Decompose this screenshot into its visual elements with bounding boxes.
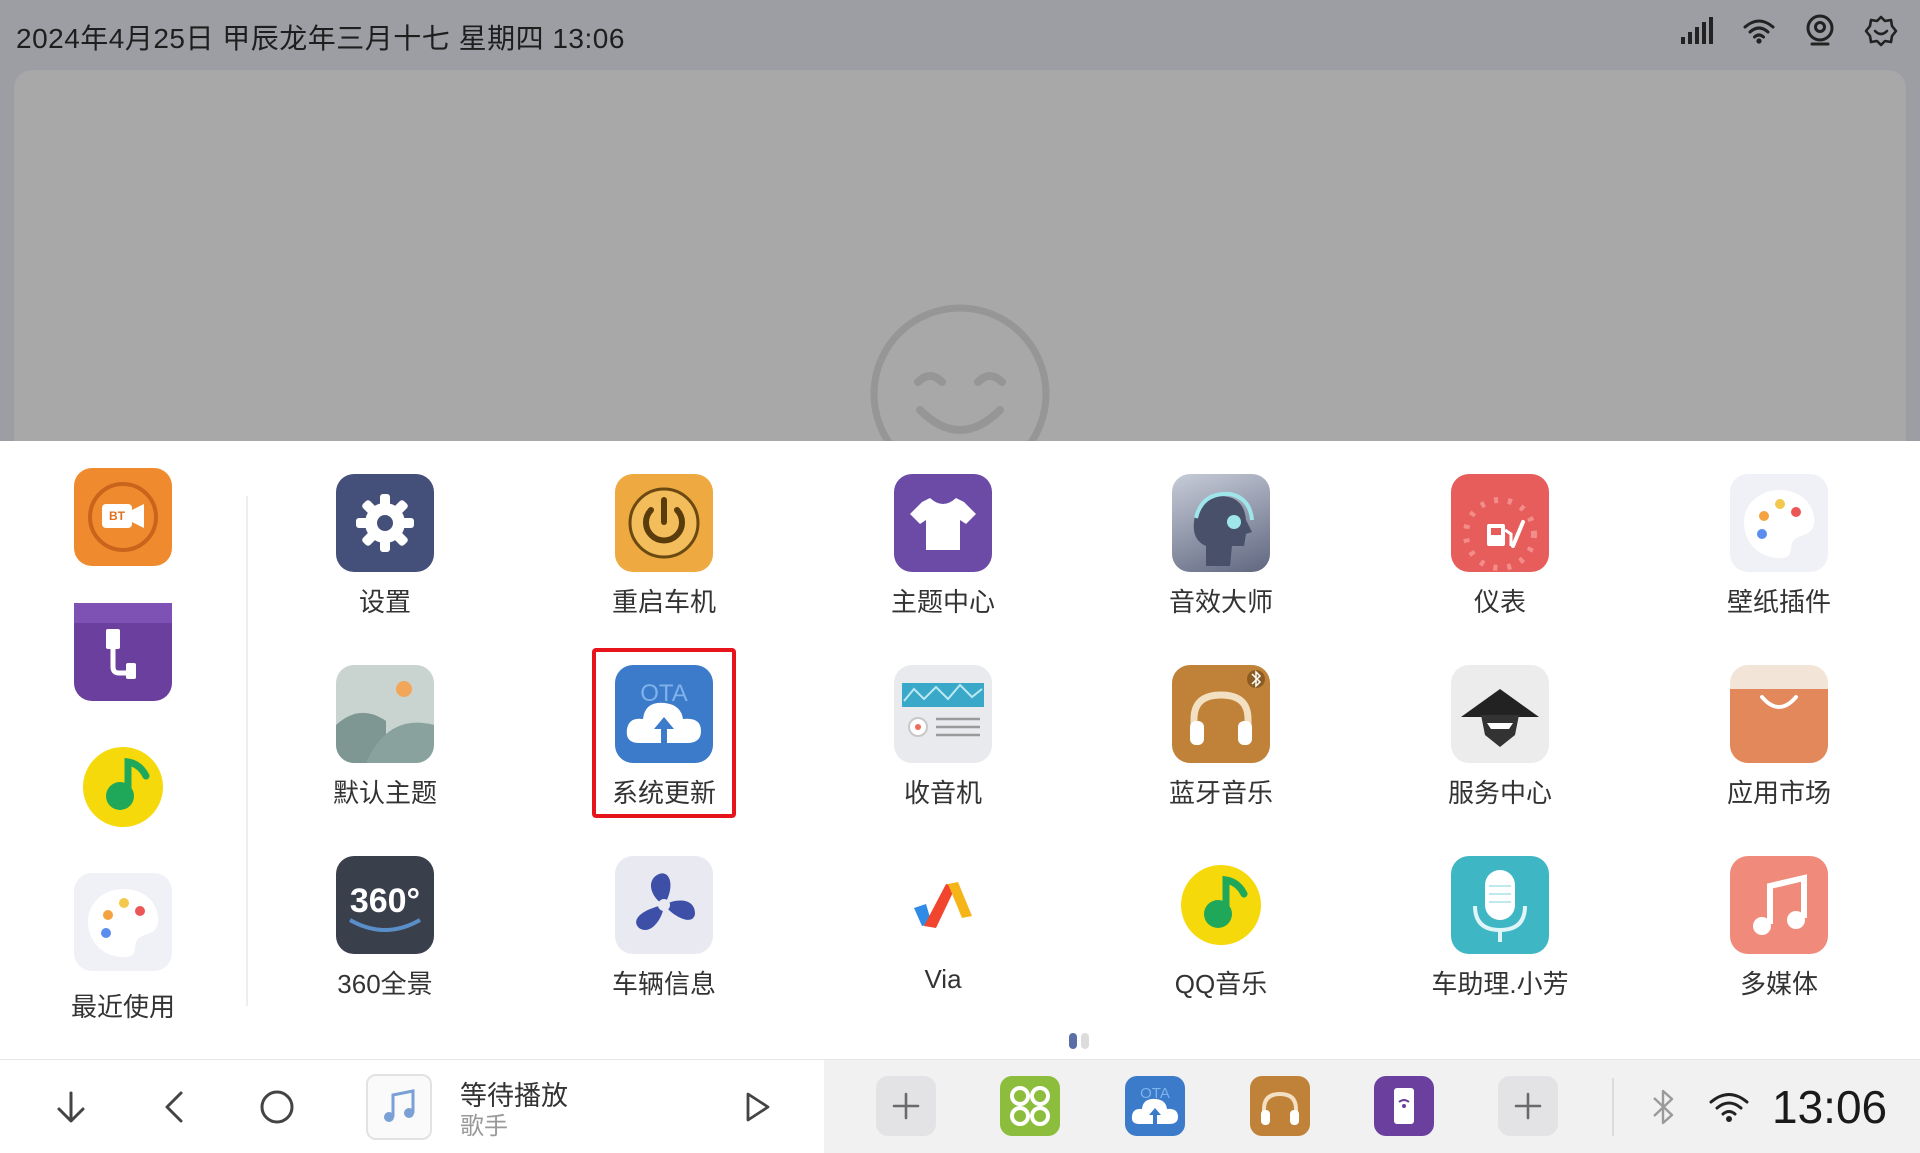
via-browser-icon (894, 856, 992, 954)
palette-icon (1730, 474, 1828, 572)
bluetooth-icon[interactable] (1648, 1088, 1678, 1131)
app-vehicle-info[interactable]: 车辆信息 (564, 856, 764, 1001)
status-datetime: 2024年4月25日 甲辰龙年三月十七 星期四 13:06 (16, 23, 625, 54)
headphone-head-icon (1172, 474, 1270, 572)
page-dot-active[interactable] (1069, 1033, 1077, 1049)
dock-separator (1612, 1078, 1614, 1136)
back-icon[interactable] (150, 1082, 200, 1132)
page-indicator (1069, 1033, 1089, 1049)
dock-phone-icon[interactable] (1374, 1076, 1434, 1136)
bt-headphones-icon (1172, 665, 1270, 763)
power-icon (615, 474, 713, 572)
settings-gear-icon (336, 474, 434, 572)
app-label: 360全景 (337, 969, 433, 999)
landscape-icon (336, 665, 434, 763)
play-icon[interactable] (732, 1082, 782, 1132)
dock-clock: 13:06 (1772, 1081, 1888, 1133)
tshirt-icon (894, 474, 992, 572)
selection-highlight (592, 648, 736, 818)
music-artist: 歌手 (460, 1113, 508, 1140)
fan-icon (615, 856, 713, 954)
app-via[interactable]: Via (843, 856, 1043, 995)
music-note-icon (1730, 856, 1828, 954)
app-label: 车辆信息 (611, 969, 716, 999)
qq-music-icon[interactable] (74, 738, 172, 836)
music-thumb-icon[interactable] (366, 1074, 432, 1140)
dock-ota-icon[interactable]: OTA (1125, 1076, 1185, 1136)
dock-bt-music-icon[interactable] (1250, 1076, 1310, 1136)
shopping-bag-icon (1730, 665, 1828, 763)
app-360-view[interactable]: 360° 360全景 (285, 856, 485, 1001)
badge-360-text: 360° (350, 882, 420, 920)
app-label: 应用市场 (1726, 778, 1831, 808)
app-wallpaper-plugin[interactable]: 壁纸插件 (1679, 474, 1879, 619)
service-hat-icon (1451, 665, 1549, 763)
app-label: 重启车机 (611, 587, 716, 617)
radio-icon (894, 665, 992, 763)
wallpaper-plugin-icon[interactable] (74, 873, 172, 971)
app-label: 音效大师 (1168, 587, 1273, 617)
app-settings[interactable]: 设置 (285, 474, 485, 619)
bottom-dock: 等待播放 歌手 OTA 13:06 (0, 1059, 1920, 1153)
microphone-icon (1451, 856, 1549, 954)
recent-apps-column: BT 最近使用 (0, 441, 246, 1059)
plus-icon (892, 1092, 920, 1120)
status-bar: 2024年4月25日 甲辰龙年三月十七 星期四 13:06 (0, 0, 1920, 68)
collapse-down-icon[interactable] (46, 1082, 96, 1132)
settings-icon[interactable] (1864, 14, 1898, 48)
location-icon[interactable] (1804, 14, 1836, 48)
home-widget[interactable] (14, 70, 1906, 490)
app-label: 车助理.小芳 (1431, 969, 1569, 999)
qq-music-icon (1172, 856, 1270, 954)
app-market[interactable]: 应用市场 (1679, 665, 1879, 810)
app-restart[interactable]: 重启车机 (564, 474, 764, 619)
dock-apps-icon[interactable] (1000, 1076, 1060, 1136)
wifi-icon (1742, 17, 1776, 45)
app-label: 壁纸插件 (1726, 587, 1831, 617)
signal-icon (1680, 17, 1714, 45)
recent-apps-label: 最近使用 (70, 992, 175, 1022)
plus-icon (1514, 1092, 1542, 1120)
home-icon[interactable] (252, 1082, 302, 1132)
usb-app-icon[interactable] (74, 603, 172, 701)
add-shortcut-button[interactable] (876, 1076, 936, 1136)
app-radio[interactable]: 收音机 (843, 665, 1043, 810)
app-default-theme[interactable]: 默认主题 (285, 665, 485, 810)
app-label: 多媒体 (1739, 969, 1818, 999)
app-label: 仪表 (1473, 587, 1526, 617)
app-label: 设置 (358, 587, 411, 617)
dock-left-panel: 等待播放 歌手 (0, 1060, 824, 1153)
app-drawer: BT 最近使用 设置 重启车机 主题中心 音效大师 仪表 壁纸插件 默认主题 O… (0, 441, 1920, 1059)
app-multimedia[interactable]: 多媒体 (1679, 856, 1879, 1001)
app-label: Via (924, 964, 962, 994)
camera-360-icon: 360° (336, 856, 434, 954)
app-gauge[interactable]: 仪表 (1400, 474, 1600, 619)
app-label: QQ音乐 (1174, 969, 1268, 999)
app-label: 蓝牙音乐 (1168, 778, 1273, 808)
app-sound-master[interactable]: 音效大师 (1121, 474, 1321, 619)
wifi-dock-icon[interactable] (1708, 1090, 1750, 1129)
bt-badge-text: BT (109, 509, 126, 523)
bt-camera-icon[interactable]: BT (74, 468, 172, 566)
add-shortcut-button-2[interactable] (1498, 1076, 1558, 1136)
app-label: 服务中心 (1447, 778, 1552, 808)
gauge-icon (1451, 474, 1549, 572)
app-bluetooth-music[interactable]: 蓝牙音乐 (1121, 665, 1321, 810)
app-label: 默认主题 (332, 778, 437, 808)
app-theme-center[interactable]: 主题中心 (843, 474, 1043, 619)
app-qq-music[interactable]: QQ音乐 (1121, 856, 1321, 1001)
app-label: 收音机 (903, 778, 982, 808)
drawer-divider (246, 496, 248, 1006)
app-service-center[interactable]: 服务中心 (1400, 665, 1600, 810)
app-assistant[interactable]: 车助理.小芳 (1400, 856, 1600, 1001)
page-dot[interactable] (1081, 1033, 1089, 1049)
app-label: 主题中心 (890, 587, 995, 617)
